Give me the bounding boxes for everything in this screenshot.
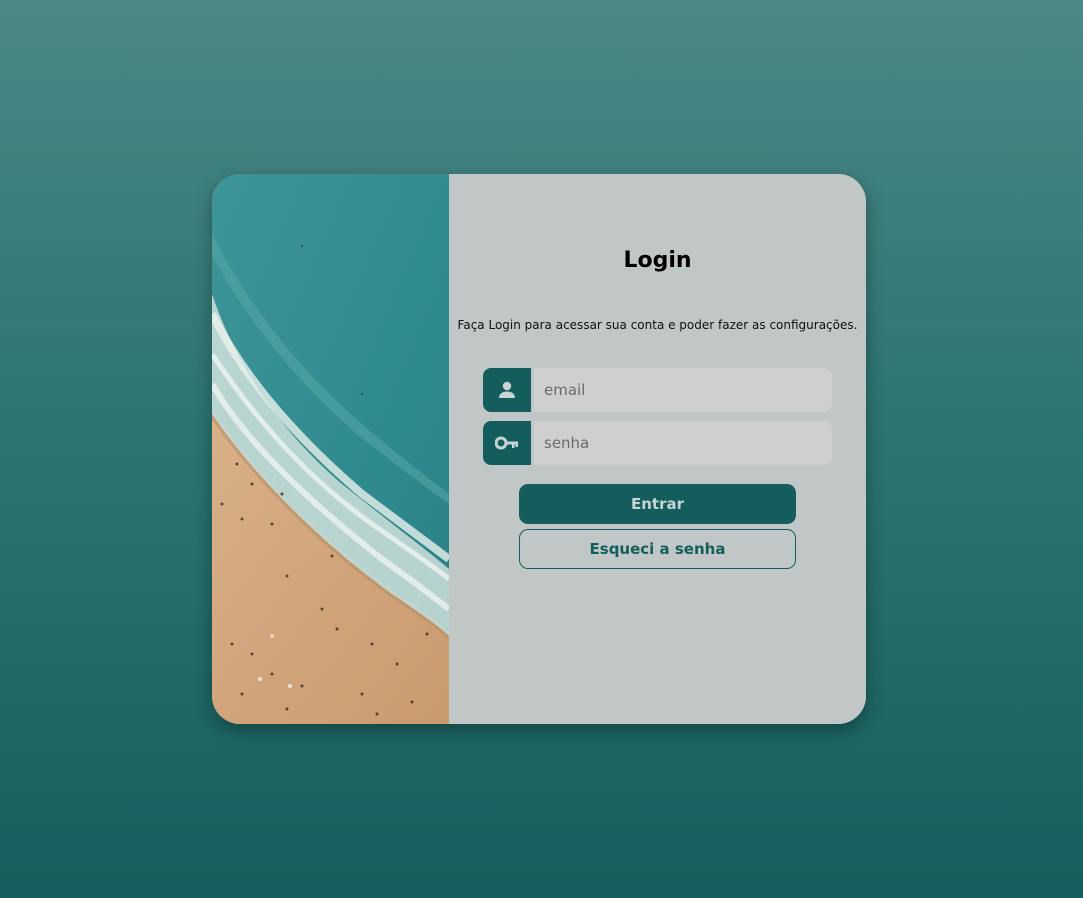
email-field-group bbox=[483, 368, 832, 412]
password-input[interactable] bbox=[534, 421, 832, 465]
login-button[interactable]: Entrar bbox=[519, 484, 796, 524]
login-subtitle: Faça Login para acessar sua conta e pode… bbox=[457, 318, 858, 332]
user-icon bbox=[483, 368, 531, 412]
key-icon bbox=[483, 421, 531, 465]
forgot-password-button[interactable]: Esqueci a senha bbox=[519, 529, 796, 569]
email-input[interactable] bbox=[534, 368, 832, 412]
page-title: Login bbox=[623, 248, 692, 273]
beach-photo bbox=[212, 174, 449, 724]
login-panel: Login Faça Login para acessar sua conta … bbox=[449, 174, 866, 724]
password-field-group bbox=[483, 421, 832, 465]
login-card: Login Faça Login para acessar sua conta … bbox=[212, 174, 866, 724]
